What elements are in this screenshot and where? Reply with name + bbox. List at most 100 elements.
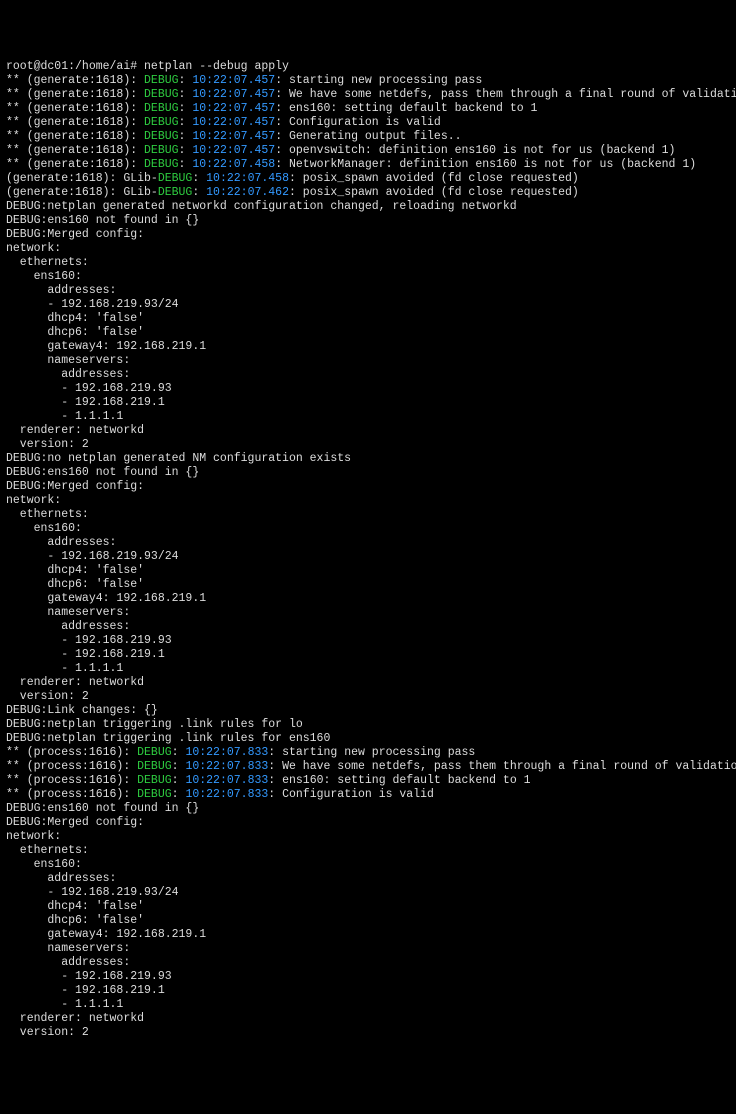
output-line: DEBUG:ens160 not found in {} xyxy=(6,214,730,228)
output-line: - 192.168.219.93/24 xyxy=(6,550,730,564)
output-segment: DEBUG xyxy=(144,158,179,171)
output-segment: gateway4: 192.168.219.1 xyxy=(6,340,206,353)
output-line: ** (process:1616): DEBUG: 10:22:07.833: … xyxy=(6,788,730,802)
output-segment: 10:22:07.833 xyxy=(185,760,268,773)
output-segment: ** (generate:1618): xyxy=(6,130,144,143)
output-segment: DEBUG:ens160 not found in {} xyxy=(6,802,199,815)
output-segment: ethernets: xyxy=(6,256,89,269)
output-line: ** (process:1616): DEBUG: 10:22:07.833: … xyxy=(6,746,730,760)
output-line: gateway4: 192.168.219.1 xyxy=(6,592,730,606)
output-line: ** (generate:1618): DEBUG: 10:22:07.457:… xyxy=(6,116,730,130)
output-segment: nameservers: xyxy=(6,942,130,955)
output-segment: : We have some netdefs, pass them throug… xyxy=(275,88,736,101)
output-segment: 10:22:07.457 xyxy=(192,144,275,157)
output-line: DEBUG:ens160 not found in {} xyxy=(6,802,730,816)
output-segment: DEBUG xyxy=(137,760,172,773)
output-line: ** (process:1616): DEBUG: 10:22:07.833: … xyxy=(6,760,730,774)
output-segment: renderer: networkd xyxy=(6,676,144,689)
output-segment: addresses: xyxy=(6,536,116,549)
output-segment: : We have some netdefs, pass them throug… xyxy=(268,760,736,773)
output-segment: : xyxy=(172,774,186,787)
output-segment: : xyxy=(179,102,193,115)
output-segment: : Configuration is valid xyxy=(268,788,434,801)
output-line: - 192.168.219.93 xyxy=(6,634,730,648)
output-line: - 192.168.219.93/24 xyxy=(6,886,730,900)
output-segment: ** (process:1616): xyxy=(6,788,137,801)
output-segment: dhcp6: 'false' xyxy=(6,578,144,591)
output-line: addresses: xyxy=(6,872,730,886)
terminal-output[interactable]: root@dc01:/home/ai# netplan --debug appl… xyxy=(6,60,730,1040)
output-segment: renderer: networkd xyxy=(6,1012,144,1025)
output-segment: : NetworkManager: definition ens160 is n… xyxy=(275,158,696,171)
output-line: ethernets: xyxy=(6,256,730,270)
output-segment: 10:22:07.462 xyxy=(206,186,289,199)
output-segment: network: xyxy=(6,830,61,843)
output-line: addresses: xyxy=(6,368,730,382)
output-segment: : Generating output files.. xyxy=(275,130,461,143)
output-segment: DEBUG xyxy=(144,116,179,129)
output-segment: - 1.1.1.1 xyxy=(6,998,123,1011)
output-line: - 192.168.219.93 xyxy=(6,382,730,396)
output-segment: : Configuration is valid xyxy=(275,116,441,129)
output-line: - 192.168.219.1 xyxy=(6,984,730,998)
output-line: dhcp4: 'false' xyxy=(6,564,730,578)
output-line: DEBUG:netplan triggering .link rules for… xyxy=(6,718,730,732)
output-line: - 192.168.219.93 xyxy=(6,970,730,984)
output-line: DEBUG:Link changes: {} xyxy=(6,704,730,718)
output-line: - 1.1.1.1 xyxy=(6,410,730,424)
output-segment: : xyxy=(172,746,186,759)
output-line: DEBUG:netplan triggering .link rules for… xyxy=(6,732,730,746)
output-segment: ** (generate:1618): xyxy=(6,144,144,157)
output-line: addresses: xyxy=(6,620,730,634)
output-segment: ethernets: xyxy=(6,844,89,857)
output-line: renderer: networkd xyxy=(6,424,730,438)
output-segment: DEBUG xyxy=(144,102,179,115)
output-line: ens160: xyxy=(6,858,730,872)
output-segment: 10:22:07.457 xyxy=(192,88,275,101)
output-segment: gateway4: 192.168.219.1 xyxy=(6,928,206,941)
output-line: DEBUG:no netplan generated NM configurat… xyxy=(6,452,730,466)
output-segment: DEBUG xyxy=(158,186,193,199)
output-segment: network: xyxy=(6,242,61,255)
output-line: ens160: xyxy=(6,270,730,284)
output-segment: nameservers: xyxy=(6,606,130,619)
output-line: DEBUG:Merged config: xyxy=(6,228,730,242)
output-segment: ** (process:1616): xyxy=(6,760,137,773)
output-segment: addresses: xyxy=(6,284,116,297)
output-segment: : xyxy=(179,74,193,87)
output-segment: : xyxy=(192,172,206,185)
output-segment: DEBUG:Merged config: xyxy=(6,480,144,493)
output-segment: ** (process:1616): xyxy=(6,746,137,759)
output-line: DEBUG:Merged config: xyxy=(6,480,730,494)
output-segment: (generate:1618): GLib- xyxy=(6,186,158,199)
output-segment: - 1.1.1.1 xyxy=(6,662,123,675)
output-line: ens160: xyxy=(6,522,730,536)
output-segment: 10:22:07.457 xyxy=(192,130,275,143)
output-segment: - 192.168.219.93/24 xyxy=(6,298,179,311)
output-segment: - 1.1.1.1 xyxy=(6,410,123,423)
output-line: addresses: xyxy=(6,956,730,970)
output-segment: DEBUG xyxy=(144,88,179,101)
output-segment: version: 2 xyxy=(6,1026,89,1039)
output-line: (generate:1618): GLib-DEBUG: 10:22:07.45… xyxy=(6,172,730,186)
output-segment: - 192.168.219.93/24 xyxy=(6,550,179,563)
output-segment: ens160: xyxy=(6,522,82,535)
output-segment: : openvswitch: definition ens160 is not … xyxy=(275,144,675,157)
output-segment: DEBUG:Link changes: {} xyxy=(6,704,158,717)
output-line: ** (generate:1618): DEBUG: 10:22:07.457:… xyxy=(6,102,730,116)
output-segment: - 192.168.219.93 xyxy=(6,634,172,647)
output-line: - 1.1.1.1 xyxy=(6,998,730,1012)
output-segment: gateway4: 192.168.219.1 xyxy=(6,592,206,605)
output-segment: ** (generate:1618): xyxy=(6,88,144,101)
output-line: DEBUG:netplan generated networkd configu… xyxy=(6,200,730,214)
output-line: dhcp4: 'false' xyxy=(6,312,730,326)
output-line: dhcp6: 'false' xyxy=(6,914,730,928)
output-line: ** (generate:1618): DEBUG: 10:22:07.458:… xyxy=(6,158,730,172)
output-segment: : xyxy=(179,88,193,101)
output-segment: dhcp4: 'false' xyxy=(6,312,144,325)
output-line: ** (generate:1618): DEBUG: 10:22:07.457:… xyxy=(6,88,730,102)
output-segment: DEBUG xyxy=(144,144,179,157)
output-segment: - 192.168.219.1 xyxy=(6,396,165,409)
output-segment: - 192.168.219.1 xyxy=(6,984,165,997)
output-line: - 192.168.219.1 xyxy=(6,396,730,410)
